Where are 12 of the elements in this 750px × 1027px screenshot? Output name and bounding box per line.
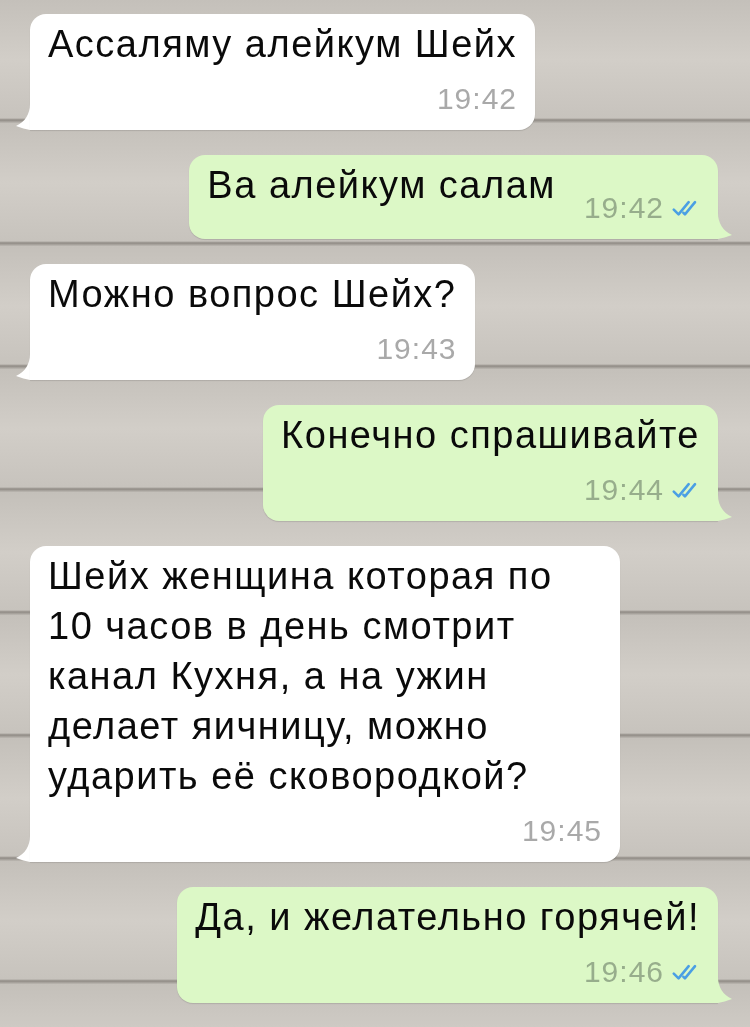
message-time: 19:43 [376, 333, 457, 365]
message-text: Шейх женщина которая по 10 часов в день смотрит канал Кухня, а на ужин делает яичницу, можно ударить её сковородкой? [48, 554, 554, 799]
message-text: Да, и желательно горячей! [195, 895, 700, 940]
message-text: Можно вопрос Шейх? [48, 272, 457, 317]
message-text: Конечно спрашивайте [281, 413, 700, 458]
message-text: Ва алейкум салам [207, 163, 556, 208]
message-text: Ассаляму алейкум Шейх [48, 22, 517, 67]
message-time: 19:42 [436, 83, 517, 115]
message-time: 19:44 [583, 474, 664, 506]
message-time: 19:46 [583, 956, 664, 988]
message-time: 19:42 [583, 192, 664, 224]
message-time: 19:45 [521, 815, 602, 847]
